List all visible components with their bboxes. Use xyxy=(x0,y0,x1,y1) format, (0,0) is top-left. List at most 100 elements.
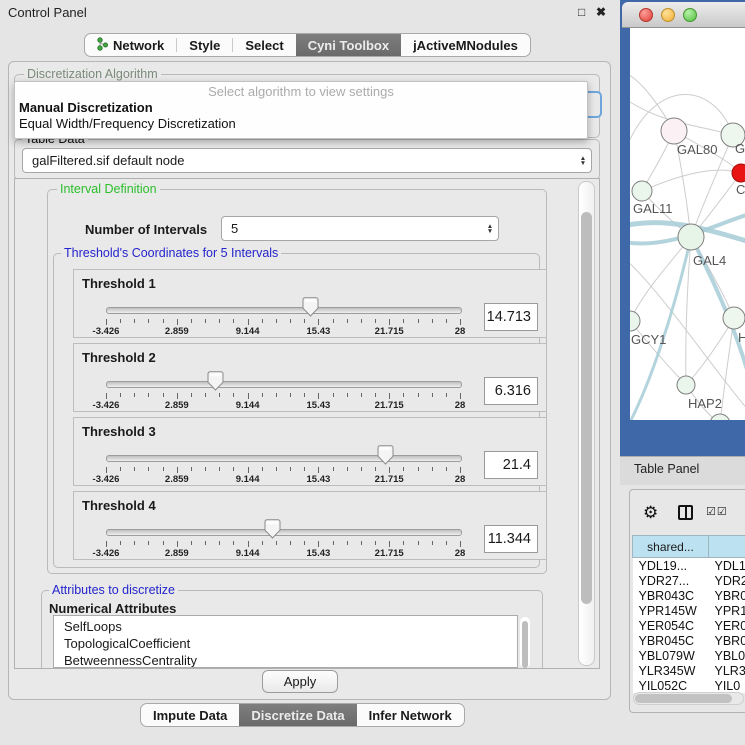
table-cell[interactable]: YPR1 xyxy=(709,603,745,618)
split-columns-icon[interactable] xyxy=(678,505,693,520)
tab-network[interactable]: Network xyxy=(85,34,176,56)
tab-infer-network[interactable]: Infer Network xyxy=(357,704,464,726)
table-row[interactable]: YDR27...YDR2 xyxy=(633,573,745,588)
tick-mark xyxy=(290,541,291,545)
threshold-slider-track[interactable] xyxy=(106,307,462,314)
threshold-value-field[interactable]: 14.713 xyxy=(484,303,538,331)
attribute-list-item[interactable]: SelfLoops xyxy=(54,618,517,635)
table-row[interactable]: YBR043CYBR0 xyxy=(633,588,745,603)
main-scrollbar[interactable] xyxy=(578,181,595,666)
tab-discretize-data[interactable]: Discretize Data xyxy=(239,704,356,726)
tick-mark xyxy=(375,393,376,397)
table-cell[interactable]: YDL1 xyxy=(709,558,745,574)
attribute-list-item[interactable]: TopologicalCoefficient xyxy=(54,635,517,652)
tab-jactivemnodules[interactable]: jActiveMNodules xyxy=(401,34,530,56)
table-cell[interactable]: YDL19... xyxy=(633,558,709,574)
threshold-value-field[interactable]: 21.4 xyxy=(484,451,538,479)
table-row[interactable]: YBR045CYBR0 xyxy=(633,633,745,648)
gear-icon[interactable]: ⚙ xyxy=(643,504,658,521)
close-window-icon[interactable]: ✖ xyxy=(596,5,606,19)
algorithm-group-title: Discretization Algorithm xyxy=(24,68,161,81)
threshold-slider-track[interactable] xyxy=(106,381,462,388)
close-traffic-light-icon[interactable] xyxy=(639,8,653,22)
attribute-list-item[interactable]: BetweennessCentrality xyxy=(54,652,517,668)
network-edge[interactable] xyxy=(642,170,741,191)
table-hscrollbar[interactable] xyxy=(633,692,744,705)
table-cell[interactable]: YDR2 xyxy=(709,573,745,588)
tab-label: Discretize Data xyxy=(251,708,344,723)
apply-button[interactable]: Apply xyxy=(262,670,338,693)
attributes-list-scrollbar[interactable] xyxy=(520,617,530,668)
table-cell[interactable]: YBR043C xyxy=(633,588,709,603)
tab-select[interactable]: Select xyxy=(233,34,295,56)
table-cell[interactable]: YBR0 xyxy=(709,588,745,603)
tab-label: Impute Data xyxy=(153,708,227,723)
column-header[interactable]: n xyxy=(709,536,745,558)
tick-mark xyxy=(120,467,121,471)
table-cell[interactable]: YPR145W xyxy=(633,603,709,618)
threshold-slider-track[interactable] xyxy=(106,529,462,536)
slider-ticks xyxy=(106,541,460,548)
network-node-label: C xyxy=(736,182,745,197)
tab-label: Network xyxy=(113,38,164,53)
main-scrollbar-thumb[interactable] xyxy=(581,212,592,604)
tick-mark xyxy=(163,319,164,323)
network-node[interactable] xyxy=(630,311,640,331)
network-edge[interactable] xyxy=(686,318,734,385)
tick-mark xyxy=(148,319,149,323)
threshold-value-field[interactable]: 11.344 xyxy=(484,525,538,553)
network-node[interactable] xyxy=(677,376,695,394)
tab-impute-data[interactable]: Impute Data xyxy=(141,704,239,726)
threshold-slider-handle[interactable] xyxy=(302,297,319,317)
node-table[interactable]: shared...nYDL19...YDL1YDR27...YDR2YBR043… xyxy=(632,535,745,693)
popup-option[interactable]: Manual Discretization xyxy=(15,100,587,116)
network-edge[interactable] xyxy=(720,318,734,420)
table-row[interactable]: YIL052CYIL0 xyxy=(633,678,745,693)
float-window-icon[interactable]: □ xyxy=(578,5,585,19)
tick-mark xyxy=(446,541,447,545)
network-node[interactable] xyxy=(723,307,745,329)
table-cell[interactable]: YBL0 xyxy=(709,648,745,663)
table-cell[interactable]: YBR045C xyxy=(633,633,709,648)
table-hscrollbar-thumb[interactable] xyxy=(635,694,732,703)
network-window-titlebar[interactable] xyxy=(622,2,745,28)
table-cell[interactable]: YIL052C xyxy=(633,678,709,693)
network-node[interactable] xyxy=(678,224,704,250)
tab-label: jActiveMNodules xyxy=(413,38,518,53)
table-row[interactable]: YDL19...YDL1 xyxy=(633,558,745,574)
table-row[interactable]: YER054CYER0 xyxy=(633,618,745,633)
network-canvas[interactable]: GAL80GACGAL11GAL4GCY1HHAP2 xyxy=(630,28,745,420)
table-cell[interactable]: YER0 xyxy=(709,618,745,633)
table-cell[interactable]: YDR27... xyxy=(633,573,709,588)
table-cell[interactable]: YBL079W xyxy=(633,648,709,663)
network-node[interactable] xyxy=(710,414,730,420)
threshold-slider-track[interactable] xyxy=(106,455,462,462)
table-cell[interactable]: YIL0 xyxy=(709,678,745,693)
zoom-traffic-light-icon[interactable] xyxy=(683,8,697,22)
table-cell[interactable]: YER054C xyxy=(633,618,709,633)
column-header[interactable]: shared... xyxy=(633,536,709,558)
network-node[interactable] xyxy=(661,118,687,144)
table-row[interactable]: YBL079WYBL0 xyxy=(633,648,745,663)
table-cell[interactable]: YBR0 xyxy=(709,633,745,648)
minimize-traffic-light-icon[interactable] xyxy=(661,8,675,22)
network-node-label: GAL80 xyxy=(677,142,717,157)
threshold-slider-handle[interactable] xyxy=(377,445,394,465)
popup-option[interactable]: Equal Width/Frequency Discretization xyxy=(15,116,587,132)
network-node[interactable] xyxy=(632,181,652,201)
tab-style[interactable]: Style xyxy=(177,34,232,56)
select-columns-icon[interactable]: ☑☑ xyxy=(706,505,728,518)
attributes-scrollbar-thumb[interactable] xyxy=(522,621,528,668)
table-row[interactable]: YPR145WYPR1 xyxy=(633,603,745,618)
table-cell[interactable]: YLR3 xyxy=(709,663,745,678)
table-row[interactable]: YLR345WYLR3 xyxy=(633,663,745,678)
number-of-intervals-combo[interactable]: 5 ▲▼ xyxy=(221,216,499,241)
threshold-value-field[interactable]: 6.316 xyxy=(484,377,538,405)
threshold-slider-handle[interactable] xyxy=(264,519,281,539)
tab-cyni-toolbox[interactable]: Cyni Toolbox xyxy=(296,34,401,56)
table-cell[interactable]: YLR345W xyxy=(633,663,709,678)
table-data-combo[interactable]: galFiltered.sif default node ▲▼ xyxy=(22,148,592,173)
network-node-selected[interactable] xyxy=(732,164,745,182)
numerical-attributes-list[interactable]: SelfLoopsTopologicalCoefficientBetweenne… xyxy=(53,615,518,668)
threshold-slider-handle[interactable] xyxy=(207,371,224,391)
